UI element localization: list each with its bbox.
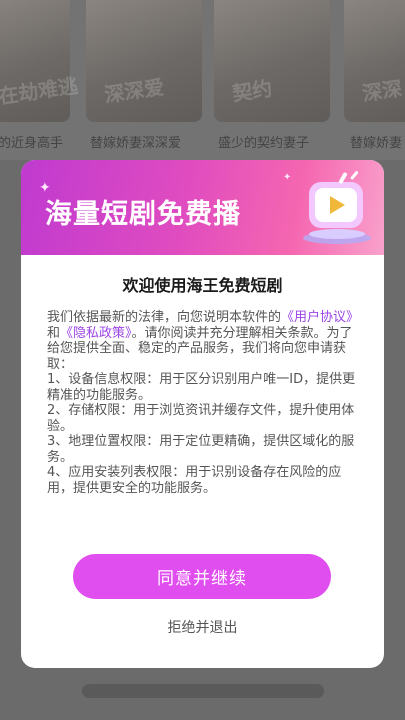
privacy-dialog: ✦ ✦ 海量短剧免费播 欢迎使用海王免费短剧 我们依据最新的法律，向您说明本软件…: [21, 160, 384, 668]
permission-item: 4、应用安装列表权限：用于识别设备存在风险的应用，提供更安全的功能服务。: [47, 465, 342, 496]
dialog-banner: ✦ ✦ 海量短剧免费播: [21, 160, 384, 255]
tv-play-icon: [303, 171, 371, 244]
drama-card: 深深: [344, 0, 405, 122]
permission-item: 2、存储权限：用于浏览资讯并缓存文件，提升使用体验。: [47, 403, 355, 434]
dialog-body: 我们依据最新的法律，向您说明本软件的《用户协议》和《隐私政策》。请你阅读并充分理…: [47, 310, 361, 496]
dialog-title: 欢迎使用海王免费短剧: [122, 276, 283, 295]
privacy-policy-link[interactable]: 《隐私政策》: [60, 326, 132, 341]
drama-card: 在劫难逃: [0, 0, 79, 122]
drama-card: 契约: [214, 0, 330, 122]
drama-card-title: 的近身高手: [0, 136, 64, 151]
refuse-button[interactable]: 拒绝并退出: [21, 617, 384, 637]
drama-card-title: 替嫁娇妻: [350, 136, 403, 151]
agree-button[interactable]: 同意并继续: [73, 554, 331, 599]
drama-card-title: 盛少的契约妻子: [218, 136, 310, 151]
permission-item: 1、设备信息权限：用于区分识别用户唯一ID，提供更精准的功能服务。: [47, 372, 356, 403]
intro-paragraph: 我们依据最新的法律，向您说明本软件的《用户协议》和《隐私政策》。请你阅读并充分理…: [47, 310, 360, 372]
drama-card-title: 替嫁娇妻深深爱: [90, 136, 182, 151]
drama-card: 深深爱: [86, 0, 202, 122]
user-agreement-link[interactable]: 《用户协议》: [281, 310, 359, 325]
permission-item: 3、地理位置权限：用于定位更精确，提供区域化的服务。: [47, 434, 355, 465]
background-bottom-bar: [82, 684, 324, 698]
sparkle-icon: ✦: [283, 172, 292, 183]
banner-title: 海量短剧免费播: [45, 199, 241, 230]
